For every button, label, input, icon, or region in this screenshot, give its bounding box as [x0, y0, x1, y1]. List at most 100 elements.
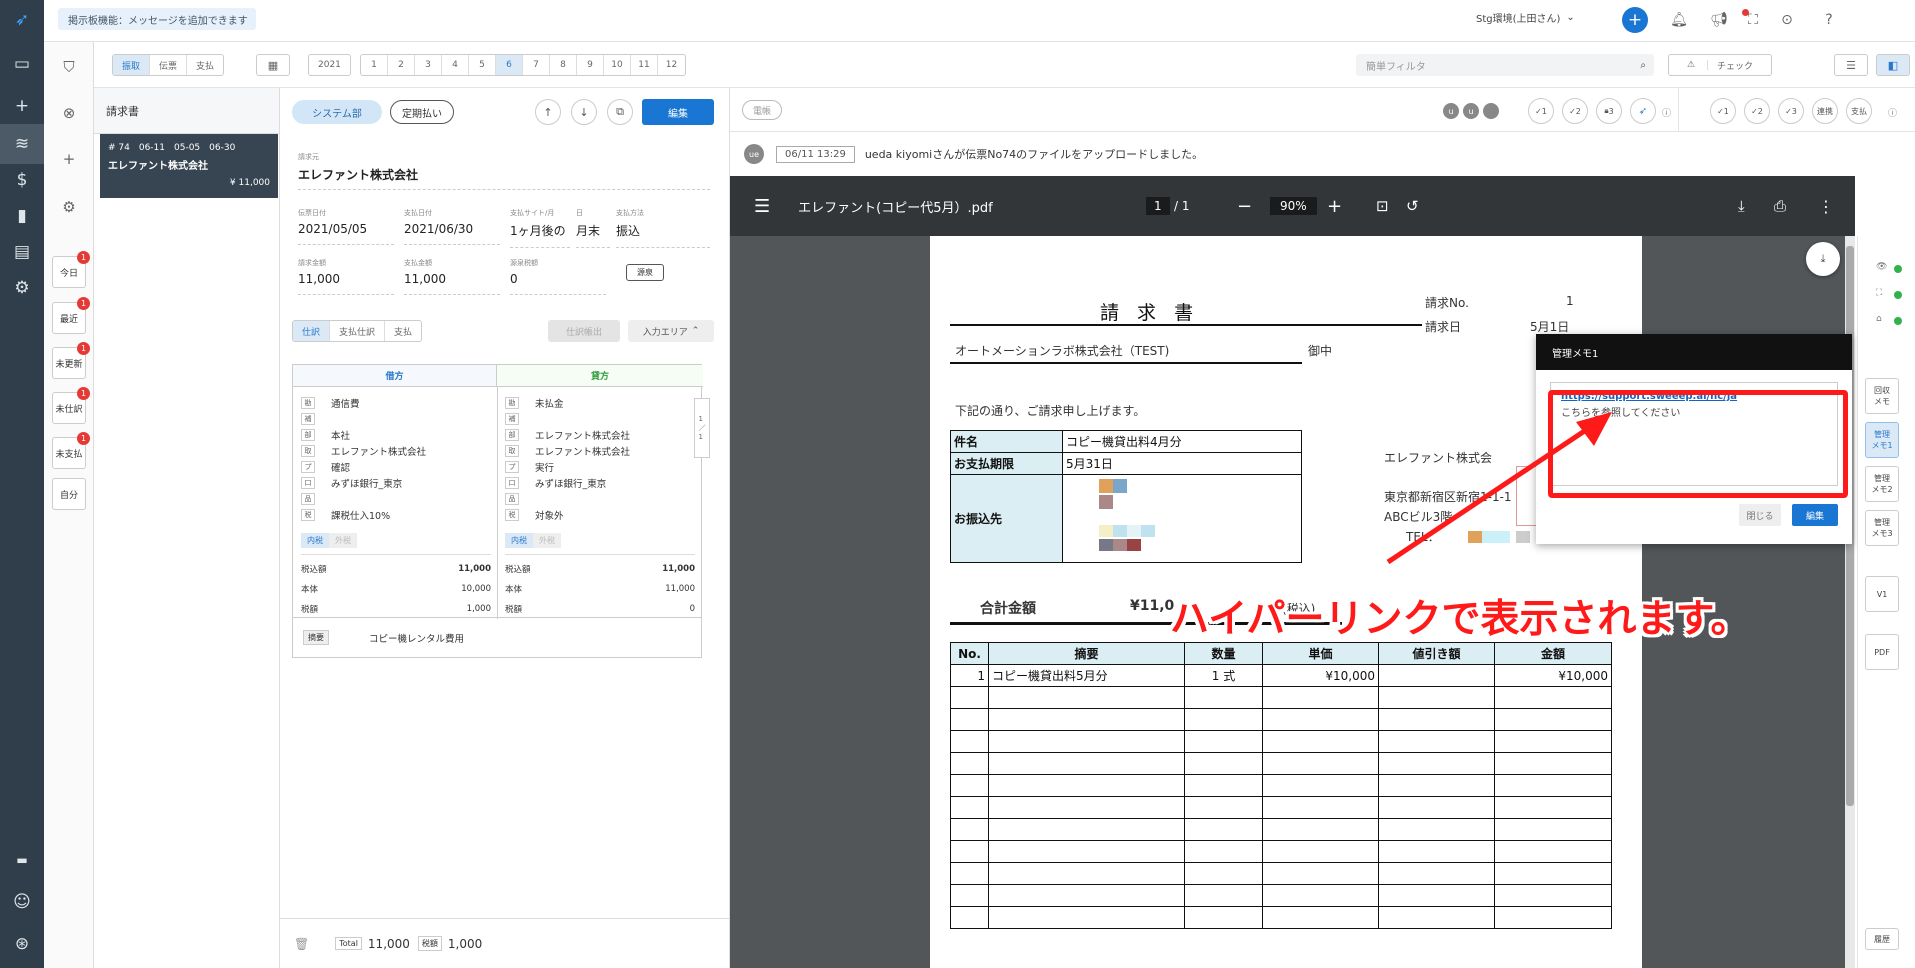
tax-inclusive[interactable]: 内税 — [301, 533, 329, 548]
approval-step[interactable]: ✓ 2 — [1562, 98, 1588, 124]
department-pill[interactable]: システム部 — [292, 100, 382, 124]
debit-row[interactable]: プ 確認 — [301, 459, 491, 475]
credit-row[interactable]: 税 対象外 — [505, 507, 695, 523]
eye-icon[interactable]: 👁︎ — [1876, 262, 1887, 272]
logo-step-icon[interactable]: ➶ — [1630, 98, 1656, 124]
bank-icon[interactable]: ⌂ — [1876, 314, 1882, 324]
quick-unpaid[interactable]: 未支払 1 — [52, 432, 90, 469]
debit-row[interactable]: 勘 通信費 — [301, 395, 491, 411]
quick-recent[interactable]: 最近 1 — [52, 297, 90, 334]
admin-memo3-tab[interactable]: 管理 メモ3 — [1865, 510, 1899, 546]
pay-date[interactable]: 2021/06/30 — [404, 222, 500, 245]
filter-icon[interactable]: ⛉ — [44, 52, 94, 82]
add-filter-icon[interactable]: + — [44, 144, 94, 174]
tab-pay-journal[interactable]: 支払仕訳 — [330, 321, 386, 341]
type-tab[interactable]: 振取 — [113, 55, 151, 75]
filter-settings-icon[interactable]: ⚙ — [44, 192, 94, 222]
check-button[interactable]: ⚠ チェック — [1668, 54, 1772, 76]
admin-memo2-tab[interactable]: 管理 メモ2 — [1865, 466, 1899, 502]
clear-filter-icon[interactable]: ⊗ — [44, 98, 94, 128]
info-icon[interactable]: ⓘ — [1662, 106, 1671, 119]
zoom-level[interactable]: 90% — [1270, 197, 1317, 215]
quick-mine[interactable]: 自分 — [52, 478, 86, 510]
month-tab[interactable]: 12 — [658, 55, 685, 75]
megaphone-icon[interactable]: 📢︎ — [1708, 9, 1730, 31]
month-tab[interactable]: 1 — [361, 55, 388, 75]
type-tab[interactable]: 伝票 — [150, 55, 188, 75]
trash-icon[interactable]: 🗑︎ — [294, 937, 309, 951]
year-selector[interactable]: 2021 — [308, 54, 351, 76]
pdf-download-fab[interactable]: ⤓ — [1806, 242, 1840, 276]
quick-unupdated[interactable]: 未更新 1 — [52, 342, 90, 379]
month-tab[interactable]: 4 — [442, 55, 469, 75]
credit-row[interactable]: 勘 未払金 — [505, 395, 695, 411]
list-item[interactable]: # 74 06-11 05-05 06-30 エレファント株式会社 ¥ 11,0… — [100, 134, 278, 198]
payment-step[interactable]: 支払 — [1846, 98, 1872, 124]
split-view-icon[interactable]: ◧ — [1876, 54, 1910, 76]
arrow-down-icon[interactable]: ↓ — [571, 99, 597, 125]
version-tab[interactable]: V1 — [1865, 576, 1899, 612]
pay-step[interactable]: ✓ 1 — [1710, 98, 1736, 124]
fit-page-icon[interactable]: ⊡ — [1376, 197, 1389, 215]
list-view-icon[interactable]: ☰ — [1834, 54, 1868, 76]
admin-memo1-tab[interactable]: 管理 メモ1 — [1865, 422, 1899, 458]
keyboard-icon[interactable]: ▬ — [0, 840, 44, 880]
notice-banner[interactable]: 掲示板機能：メッセージを追加できます — [58, 8, 256, 30]
tax-inclusive[interactable]: 内税 — [505, 533, 533, 548]
pay-day[interactable]: 月末 — [576, 222, 610, 248]
pay-step[interactable]: ✓ 3 — [1778, 98, 1804, 124]
avatar[interactable]: u — [1463, 103, 1479, 119]
credit-row[interactable]: プ 実行 — [505, 459, 695, 475]
withholding-amount[interactable]: 0 — [510, 272, 606, 295]
env-selector[interactable]: Stg環境(上田さん) ⌄ — [1476, 10, 1575, 25]
credit-row[interactable]: 品 — [505, 491, 695, 507]
debit-row[interactable]: 品 — [301, 491, 491, 507]
help-icon[interactable]: ? — [1818, 9, 1840, 31]
calendar-icon[interactable]: ▦ — [256, 54, 290, 76]
pay-step[interactable]: ✓ 2 — [1744, 98, 1770, 124]
e-book-tab[interactable]: 電帳 — [742, 100, 782, 120]
tab-payment[interactable]: 支払 — [385, 321, 421, 341]
dollar-icon[interactable]: $ — [0, 160, 44, 200]
row-pager[interactable]: 1 ／ 1 — [694, 398, 710, 458]
credit-row[interactable]: 部 エレファント株式会社 — [505, 427, 695, 443]
memo-edit-button[interactable]: 編集 — [1792, 504, 1838, 526]
journal-export-button[interactable]: 仕訳帳出 — [548, 320, 620, 342]
tab-journal[interactable]: 仕訳 — [293, 321, 331, 341]
month-tab[interactable]: 7 — [523, 55, 550, 75]
credit-row[interactable]: 補 — [505, 411, 695, 427]
quick-unjournal[interactable]: 未仕訳 1 — [52, 387, 90, 424]
credit-row[interactable]: 口 みずほ銀行_東京 — [505, 475, 695, 491]
copy-icon[interactable]: ⧉ — [607, 99, 633, 125]
page-input[interactable]: 1 — [1146, 197, 1170, 215]
credit-row[interactable]: 取 エレファント株式会社 — [505, 443, 695, 459]
type-tab[interactable]: 支払 — [187, 55, 223, 75]
tax-exclusive[interactable]: 外税 — [533, 533, 561, 548]
zoom-in-icon[interactable]: + — [1327, 196, 1342, 217]
debit-row[interactable]: 税 課税仕入10% — [301, 507, 491, 523]
support-icon[interactable]: ⊙ — [1776, 9, 1798, 31]
approval-step[interactable]: ✓ 1 — [1528, 98, 1554, 124]
month-tab[interactable]: 10 — [604, 55, 631, 75]
download-icon[interactable]: ⤓ — [1738, 197, 1745, 215]
arrow-up-icon[interactable]: ↑ — [535, 99, 561, 125]
month-tab[interactable]: 9 — [577, 55, 604, 75]
logout-icon[interactable]: ⊛ — [0, 924, 44, 964]
rotate-icon[interactable]: ↺ — [1406, 197, 1419, 215]
quick-filter-input[interactable]: 簡単フィルタ ⌕ — [1356, 54, 1654, 76]
debit-row[interactable]: 取 エレファント株式会社 — [301, 443, 491, 459]
layers-icon[interactable]: ≋ — [0, 124, 44, 164]
lock-step[interactable]: 🔒︎ 3 — [1596, 98, 1622, 124]
bell-icon[interactable]: 🔔︎ — [1668, 9, 1690, 31]
slip-date[interactable]: 2021/05/05 — [298, 222, 394, 245]
pdf-tab[interactable]: PDF — [1865, 634, 1899, 670]
settings-icon[interactable]: ⚙ — [0, 268, 44, 308]
month-tab[interactable]: 3 — [415, 55, 442, 75]
menu-icon[interactable]: ☰ — [754, 196, 770, 217]
chart-icon[interactable]: ▮ — [0, 196, 44, 236]
tax-exclusive[interactable]: 外税 — [329, 533, 357, 548]
link-step[interactable]: 連携 — [1812, 98, 1838, 124]
invoice-amount[interactable]: 11,000 — [298, 272, 394, 295]
quick-today[interactable]: 今日 1 — [52, 251, 90, 288]
print-icon[interactable]: ⎙ — [1774, 197, 1786, 215]
